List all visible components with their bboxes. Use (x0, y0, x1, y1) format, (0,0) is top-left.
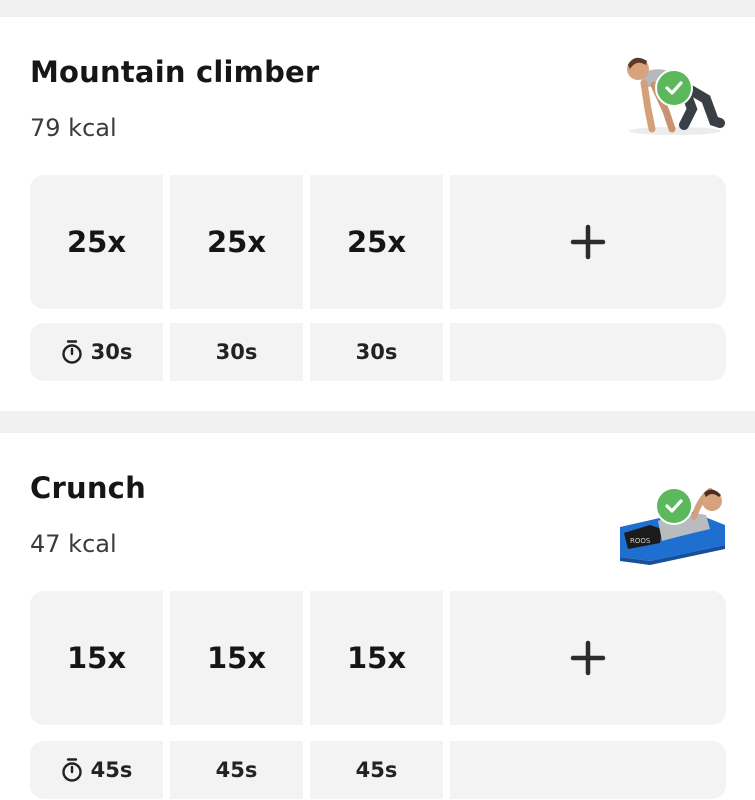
completed-check-icon (655, 69, 693, 107)
set-reps-cell[interactable]: 25x (170, 175, 303, 309)
completed-check-icon (655, 487, 693, 525)
set-reps-cell[interactable]: 15x (170, 591, 303, 725)
set-reps-cell[interactable]: 25x (30, 175, 163, 309)
reps-row: 25x 25x 25x (30, 175, 726, 309)
set-rest: 30s (215, 340, 258, 364)
exercise-name: Crunch (30, 471, 146, 505)
set-reps: 15x (346, 641, 407, 675)
exercise-thumbnail[interactable] (620, 37, 725, 137)
stopwatch-icon (61, 340, 82, 364)
set-reps: 25x (346, 225, 407, 259)
set-reps: 25x (206, 225, 267, 259)
rest-row: 45s 45s 45s (30, 741, 726, 799)
add-set-button[interactable] (450, 175, 726, 309)
set-rest: 30s (355, 340, 398, 364)
empty-rest-cell (450, 741, 726, 799)
set-rest-cell[interactable]: 30s (30, 323, 163, 381)
exercise-thumbnail[interactable]: ROOS (620, 469, 725, 569)
exercise-name: Mountain climber (30, 55, 320, 89)
set-rest-cell[interactable]: 45s (30, 741, 163, 799)
rest-row: 30s 30s 30s (30, 323, 726, 381)
set-rest: 45s (215, 758, 258, 782)
set-reps-cell[interactable]: 15x (30, 591, 163, 725)
workout-page: Mountain climber 79 kcal 25x 25x 25x 30s… (0, 0, 755, 800)
set-rest-cell[interactable]: 30s (170, 323, 303, 381)
set-rest: 30s (90, 340, 133, 364)
reps-row: 15x 15x 15x (30, 591, 726, 725)
svg-text:ROOS: ROOS (630, 537, 651, 545)
stopwatch-icon (61, 758, 82, 782)
set-reps-cell[interactable]: 25x (310, 175, 443, 309)
set-rest: 45s (355, 758, 398, 782)
set-rest-cell[interactable]: 30s (310, 323, 443, 381)
exercise-kcal: 47 kcal (30, 530, 117, 558)
set-reps: 25x (66, 225, 127, 259)
set-reps: 15x (66, 641, 127, 675)
exercise-card: Mountain climber 79 kcal 25x 25x 25x 30s… (0, 17, 755, 411)
plus-icon (570, 640, 606, 676)
empty-rest-cell (450, 323, 726, 381)
exercise-kcal: 79 kcal (30, 114, 117, 142)
set-reps: 15x (206, 641, 267, 675)
plus-icon (570, 224, 606, 260)
set-rest-cell[interactable]: 45s (310, 741, 443, 799)
add-set-button[interactable] (450, 591, 726, 725)
set-reps-cell[interactable]: 15x (310, 591, 443, 725)
set-rest-cell[interactable]: 45s (170, 741, 303, 799)
exercise-card: Crunch 47 kcal ROOS 15x 15x 15x 45s 45s … (0, 433, 755, 800)
set-rest: 45s (90, 758, 133, 782)
